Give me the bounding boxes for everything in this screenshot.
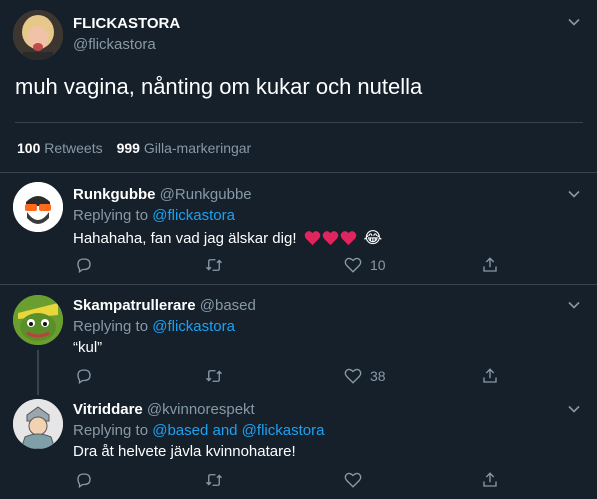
like-icon — [344, 472, 362, 488]
chevron-down-icon[interactable] — [567, 187, 581, 201]
reply-author: Runkgubbe @Runkgubbe — [73, 186, 252, 203]
share-icon — [483, 472, 497, 487]
replying-to-link[interactable]: @based and @flickastora — [152, 422, 324, 439]
reply-icon — [77, 258, 91, 274]
like-icon — [344, 368, 362, 384]
avatar-image — [13, 10, 63, 60]
replying-to-prefix: Replying to — [73, 207, 149, 224]
share-icon — [483, 368, 497, 383]
like-icon — [344, 257, 362, 273]
reply-handle[interactable]: @Runkgubbe — [160, 186, 252, 203]
chevron-down-icon[interactable] — [567, 15, 581, 29]
reply-button[interactable] — [75, 471, 93, 489]
replying-to-prefix: Replying to — [73, 318, 149, 335]
replying-to-link[interactable]: @flickastora — [152, 207, 235, 224]
hearts — [304, 230, 357, 246]
reply-handle[interactable]: @based — [200, 297, 256, 314]
like-button[interactable]: 10 — [344, 256, 386, 274]
avatar-image — [13, 295, 63, 345]
retweet-button[interactable] — [204, 256, 224, 274]
reply-display-name[interactable]: Vitriddare — [73, 401, 143, 418]
heart-icon — [341, 231, 357, 246]
reply-button[interactable] — [75, 256, 93, 274]
main-tweet-handle[interactable]: @flickastora — [73, 36, 156, 53]
retweet-button[interactable] — [204, 471, 224, 489]
divider — [0, 172, 597, 173]
heart-icon — [323, 231, 339, 246]
reply-icon — [77, 369, 91, 385]
reply-display-name[interactable]: Runkgubbe — [73, 186, 156, 203]
heart-icon — [305, 231, 321, 246]
chevron-down-icon[interactable] — [567, 298, 581, 312]
like-count: 38 — [370, 368, 386, 384]
replying-to-link[interactable]: @flickastora — [152, 318, 235, 335]
tweet-stats: 100 Retweets 999 Gilla-markeringar — [17, 140, 251, 156]
retweets-count: 100 — [17, 140, 41, 156]
like-button[interactable] — [344, 471, 370, 489]
avatar[interactable] — [13, 399, 63, 449]
avatar[interactable] — [13, 10, 63, 60]
reply-button[interactable] — [75, 367, 93, 385]
avatar[interactable] — [13, 295, 63, 345]
like-button[interactable]: 38 — [344, 367, 386, 385]
share-icon — [483, 257, 497, 272]
share-button[interactable] — [481, 471, 499, 489]
divider — [0, 284, 597, 285]
avatar-image — [13, 399, 63, 449]
reply-icon — [77, 473, 91, 489]
chevron-down-icon[interactable] — [567, 402, 581, 416]
reply-text-row: Hahahaha, fan vad jag älskar dig! 😂 — [73, 228, 382, 248]
likes-stat[interactable]: 999 Gilla-markeringar — [117, 140, 252, 156]
reply-handle[interactable]: @kvinnorespekt — [147, 401, 255, 418]
thread-line — [37, 350, 39, 395]
share-button[interactable] — [481, 367, 499, 385]
main-tweet-text: muh vagina, nånting om kukar och nutella — [15, 74, 423, 99]
replying-to-prefix: Replying to — [73, 422, 149, 439]
retweets-label: Retweets — [44, 140, 103, 156]
reply-author: Vitriddare @kvinnorespekt — [73, 401, 255, 418]
reply-text: Dra åt helvete jävla kvinnohatare! — [73, 443, 296, 460]
replying-to: Replying to @flickastora — [73, 318, 235, 335]
replying-to: Replying to @flickastora — [73, 207, 235, 224]
reply-text: Hahahaha, fan vad jag älskar dig! — [73, 229, 297, 247]
likes-label: Gilla-markeringar — [143, 140, 252, 156]
reply-display-name[interactable]: Skampatrullerare — [73, 297, 196, 314]
retweet-button[interactable] — [204, 367, 224, 385]
like-count: 10 — [370, 257, 386, 273]
main-tweet-display-name[interactable]: FLICKASTORA — [73, 15, 180, 32]
share-button[interactable] — [481, 256, 499, 274]
likes-count: 999 — [116, 140, 140, 156]
avatar[interactable] — [13, 182, 63, 232]
replying-to: Replying to @based and @flickastora — [73, 422, 324, 439]
retweet-icon — [206, 370, 222, 382]
avatar-image — [13, 182, 63, 232]
retweets-stat[interactable]: 100 Retweets — [17, 140, 103, 156]
tweet-divider-inner — [15, 122, 583, 123]
reply-text: “kul” — [73, 339, 103, 356]
retweet-icon — [206, 259, 222, 271]
laughing-emoji-icon: 😂 — [363, 230, 383, 247]
reply-author: Skampatrullerare @based — [73, 297, 256, 314]
retweet-icon — [206, 474, 222, 486]
